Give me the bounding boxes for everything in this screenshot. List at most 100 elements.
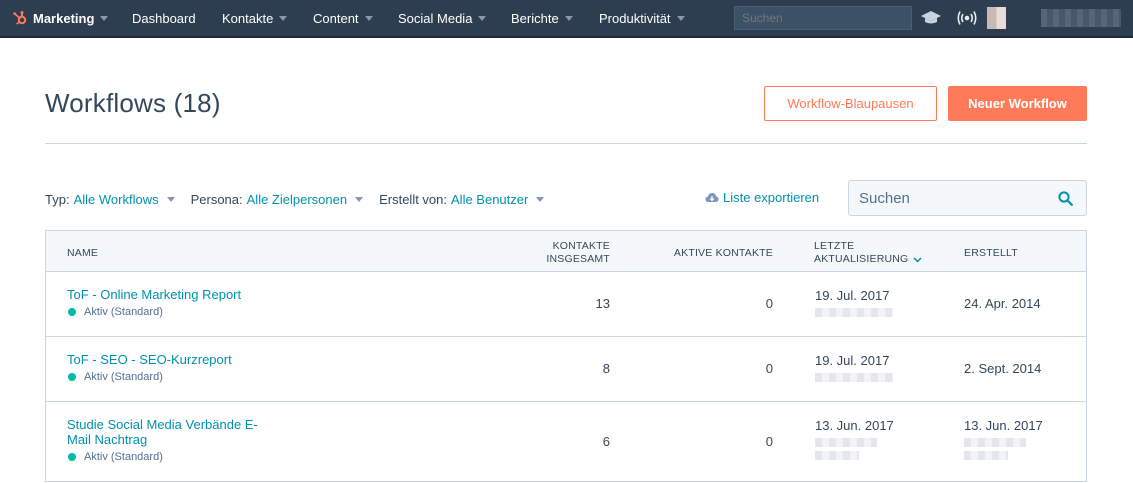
filter-value: Alle Benutzer [451, 191, 529, 207]
last-updated-date: 19. Jul. 2017 [815, 353, 890, 368]
created-cell: 24. Apr. 2014 [964, 296, 1041, 311]
total-contacts-cell: 6 [602, 434, 610, 449]
column-label: ERSTELLT [964, 247, 1018, 259]
status-label: Aktiv (Standard) [84, 306, 163, 318]
status-dot [68, 373, 76, 381]
column-header-active[interactable]: AKTIVE KONTAKTE [652, 247, 773, 260]
redacted-user [815, 308, 893, 317]
page-title: Workflows (18) [45, 88, 221, 118]
created-cell: 2. Sept. 2014 [964, 361, 1042, 376]
filter-bar: Typ: Alle Workflows Persona: Alle Zielpe… [45, 190, 560, 208]
total-contacts-cell: 13 [595, 296, 610, 311]
chevron-down-icon [364, 15, 373, 21]
workflow-name-link[interactable]: Studie Social Media Verbände E-Mail Nach… [67, 417, 267, 447]
nav-item-label: Social Media [398, 10, 473, 26]
status-label: Aktiv (Standard) [84, 371, 163, 383]
column-label: AKTIVE KONTAKTE [673, 247, 773, 259]
chevron-down-icon [536, 196, 545, 202]
created-by-filter[interactable]: Erstellt von: Alle Benutzer [379, 191, 545, 207]
filter-label: Erstellt von: [379, 191, 448, 207]
created-cell: 13. Jun. 2017 [964, 418, 1043, 460]
last-updated-cell: 19. Jul. 2017 [815, 353, 893, 382]
last-updated-date: 13. Jun. 2017 [815, 418, 894, 433]
nav-item-social-media[interactable]: Social Media [398, 0, 487, 36]
redacted-user [964, 451, 1008, 460]
workflow-status: Aktiv (Standard) [67, 451, 267, 463]
nav-item-label: Berichte [511, 10, 559, 26]
workflow-name-cell: ToF - SEO - SEO-Kurzreport Aktiv (Standa… [67, 352, 232, 383]
nav-item-produktivitaet[interactable]: Produktivität [599, 0, 685, 36]
chevron-down-icon [478, 15, 487, 21]
last-updated-date: 19. Jul. 2017 [815, 288, 890, 303]
top-navigation: Marketing Dashboard Kontakte Content Soc… [0, 0, 1133, 38]
filter-label: Persona: [190, 191, 243, 207]
export-list-link[interactable]: Liste exportieren [705, 190, 819, 205]
search-icon[interactable] [1058, 191, 1073, 206]
avatar[interactable] [987, 7, 1006, 29]
new-workflow-button[interactable]: Neuer Workflow [948, 86, 1087, 121]
cloud-download-icon [705, 193, 719, 202]
academy-icon[interactable] [920, 9, 942, 27]
export-label: Liste exportieren [723, 190, 820, 205]
chevron-down-icon [166, 196, 175, 202]
account-menu[interactable] [1041, 9, 1121, 27]
created-date: 13. Jun. 2017 [964, 418, 1043, 433]
redacted-user [964, 438, 1026, 447]
nav-brand-label: Marketing [33, 10, 95, 26]
redacted-user [815, 451, 859, 460]
chevron-down-icon [279, 15, 288, 21]
workflow-search [848, 180, 1087, 216]
filter-value: Alle Zielpersonen [246, 191, 348, 207]
column-header-updated[interactable]: LETZTE AKTUALISIERUNG [814, 240, 922, 266]
active-contacts-cell: 0 [765, 296, 773, 311]
table-row[interactable]: ToF - SEO - SEO-Kurzreport Aktiv (Standa… [46, 337, 1086, 402]
column-header-created[interactable]: ERSTELLT [964, 247, 1018, 260]
nav-item-label: Kontakte [222, 10, 274, 26]
column-label: NAME [67, 247, 99, 259]
active-contacts-cell: 0 [765, 361, 773, 376]
workflows-table: NAME KONTAKTE INSGESAMT AKTIVE KONTAKTE … [45, 230, 1087, 482]
workflow-blueprints-button[interactable]: Workflow-Blaupausen [764, 86, 937, 121]
nav-item-label: Produktivität [599, 10, 671, 26]
status-dot [68, 453, 76, 461]
column-label: LETZTE [814, 240, 855, 252]
chevron-down-icon [355, 196, 364, 202]
column-header-name[interactable]: NAME [67, 247, 98, 260]
status-dot [68, 308, 76, 316]
nav-item-dashboard[interactable]: Dashboard [132, 0, 196, 36]
nav-shadow [0, 36, 1133, 38]
last-updated-cell: 13. Jun. 2017 [815, 418, 894, 460]
filter-value: Alle Workflows [73, 191, 159, 207]
column-label: AKTUALISIERUNG [814, 253, 909, 265]
column-label: KONTAKTE [552, 240, 610, 252]
header-divider [45, 143, 1087, 144]
table-row[interactable]: ToF - Online Marketing Report Aktiv (Sta… [46, 272, 1086, 337]
global-search-input[interactable] [734, 6, 912, 30]
workflow-name-link[interactable]: ToF - Online Marketing Report [67, 287, 241, 302]
type-filter[interactable]: Typ: Alle Workflows [45, 192, 175, 207]
redacted-user [815, 373, 893, 382]
table-row[interactable]: Studie Social Media Verbände E-Mail Nach… [46, 402, 1086, 482]
workflow-name-link[interactable]: ToF - SEO - SEO-Kurzreport [67, 352, 232, 367]
column-label: INSGESAMT [546, 253, 610, 265]
column-header-total[interactable]: KONTAKTE INSGESAMT [526, 240, 610, 266]
chevron-down-icon [676, 15, 685, 21]
workflow-search-input[interactable] [850, 182, 1050, 214]
sort-descending-icon [913, 256, 922, 263]
last-updated-cell: 19. Jul. 2017 [815, 288, 893, 317]
notifications-broadcast-icon[interactable] [956, 9, 978, 27]
nav-item-kontakte[interactable]: Kontakte [222, 0, 288, 36]
hubspot-sprocket-icon [13, 11, 27, 25]
nav-item-content[interactable]: Content [313, 0, 373, 36]
nav-brand-menu[interactable]: Marketing [12, 0, 109, 36]
persona-filter[interactable]: Persona: Alle Zielpersonen [191, 192, 364, 207]
workflow-status: Aktiv (Standard) [67, 371, 232, 383]
table-header: NAME KONTAKTE INSGESAMT AKTIVE KONTAKTE … [46, 231, 1086, 272]
column-label-row: AKTUALISIERUNG [814, 253, 922, 266]
chevron-down-icon [564, 15, 573, 21]
workflow-name-cell: Studie Social Media Verbände E-Mail Nach… [67, 417, 267, 463]
nav-item-berichte[interactable]: Berichte [511, 0, 573, 36]
total-contacts-cell: 8 [602, 361, 610, 376]
workflow-status: Aktiv (Standard) [67, 306, 241, 318]
nav-item-label: Content [313, 10, 359, 26]
